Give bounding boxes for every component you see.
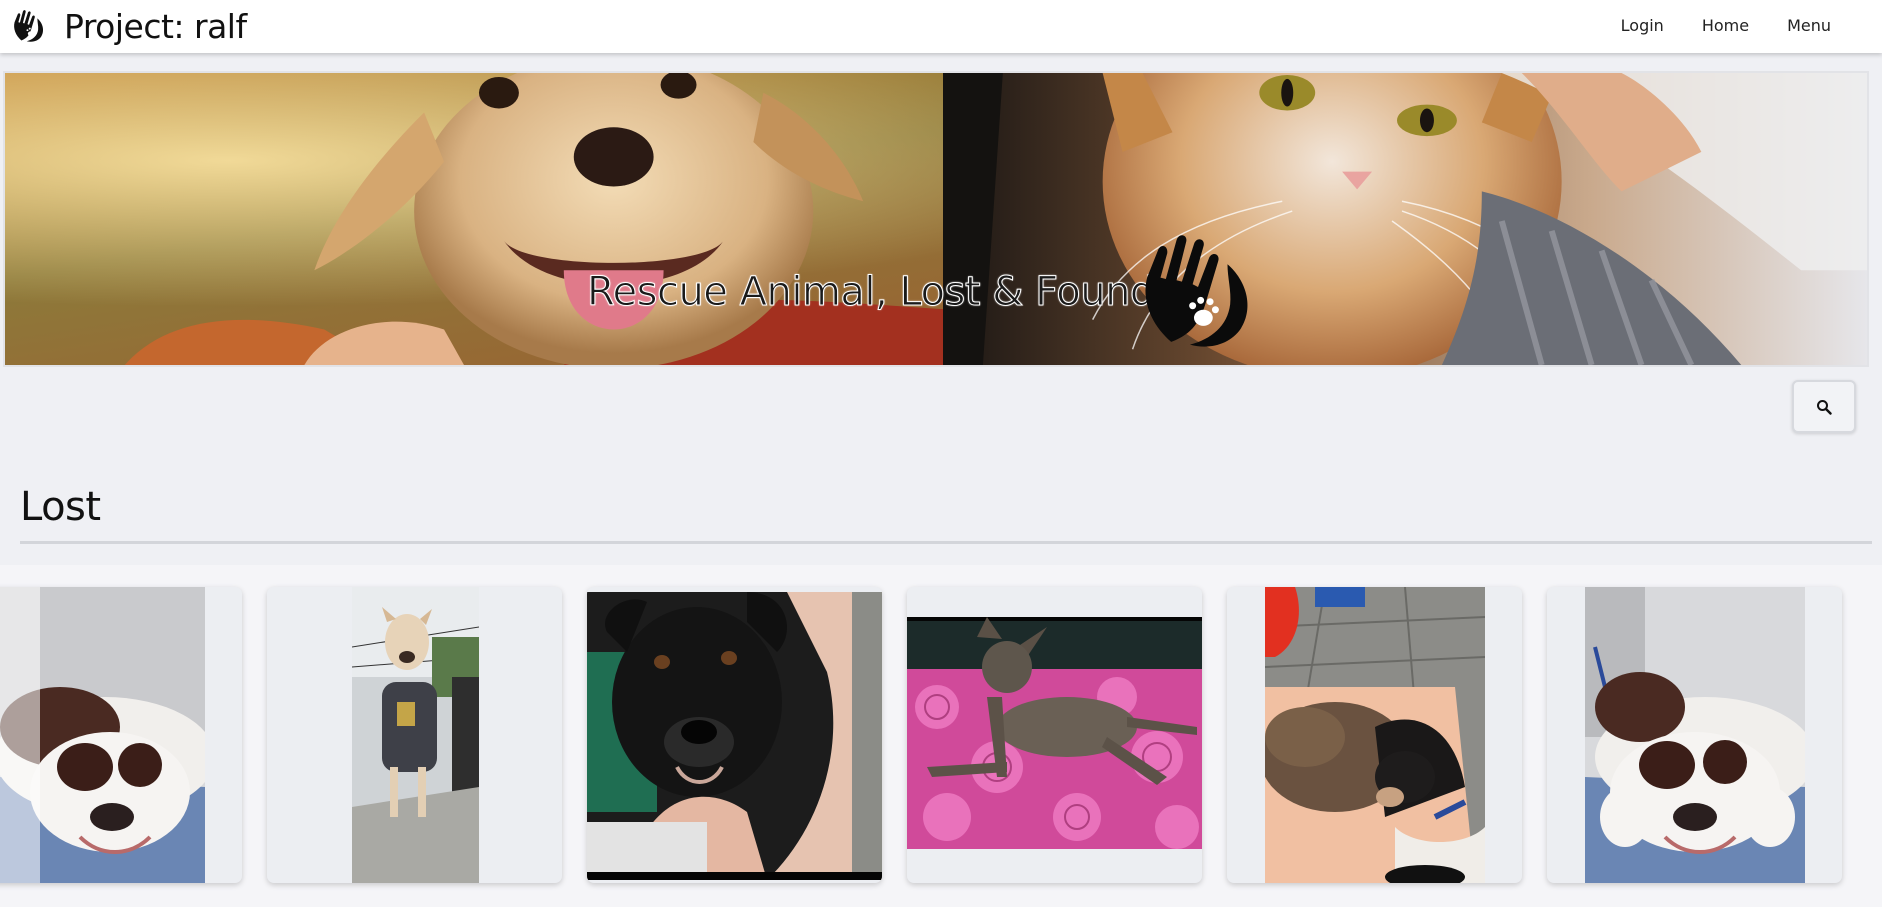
pet-card[interactable]: [907, 587, 1202, 883]
pet-card[interactable]: [1227, 587, 1522, 883]
nav-menu-link[interactable]: Menu: [1768, 16, 1850, 35]
hand-paw-logo-icon: [14, 10, 44, 42]
brand[interactable]: Project: ralf: [10, 6, 247, 46]
hand-paw-logo-icon: [1145, 235, 1248, 347]
pet-card[interactable]: [587, 587, 882, 883]
hero-title: Rescue Animal, Lost & Found: [587, 269, 1156, 316]
hero-dog-cat-photo: [5, 73, 1867, 365]
bulldog-lying-photo: [0, 587, 205, 883]
black-dog-photo: [587, 592, 882, 880]
pet-card[interactable]: [1547, 587, 1842, 883]
dog-in-shirt-photo: [352, 587, 479, 883]
nav-login-link[interactable]: Login: [1602, 16, 1683, 35]
search-icon: [1817, 399, 1832, 415]
pet-card[interactable]: [267, 587, 562, 883]
bulldog-lying-photo: [1585, 587, 1805, 883]
section-title-lost: Lost: [20, 484, 101, 530]
section-divider: [20, 541, 1872, 544]
brindle-dog-on-pink-blanket-photo: [907, 617, 1202, 849]
hero-banner: Rescue Animal, Lost & Found: [3, 71, 1869, 367]
main-nav: Login Home Menu: [1602, 0, 1850, 50]
nav-home-link[interactable]: Home: [1683, 16, 1768, 35]
two-dogs-photo: [1265, 587, 1485, 883]
app-title: Project: ralf: [64, 6, 247, 46]
top-navbar: Project: ralf Login Home Menu: [0, 0, 1882, 53]
search-button[interactable]: [1792, 380, 1856, 433]
pet-card[interactable]: [0, 587, 242, 883]
lost-card-carousel[interactable]: [0, 565, 1882, 907]
